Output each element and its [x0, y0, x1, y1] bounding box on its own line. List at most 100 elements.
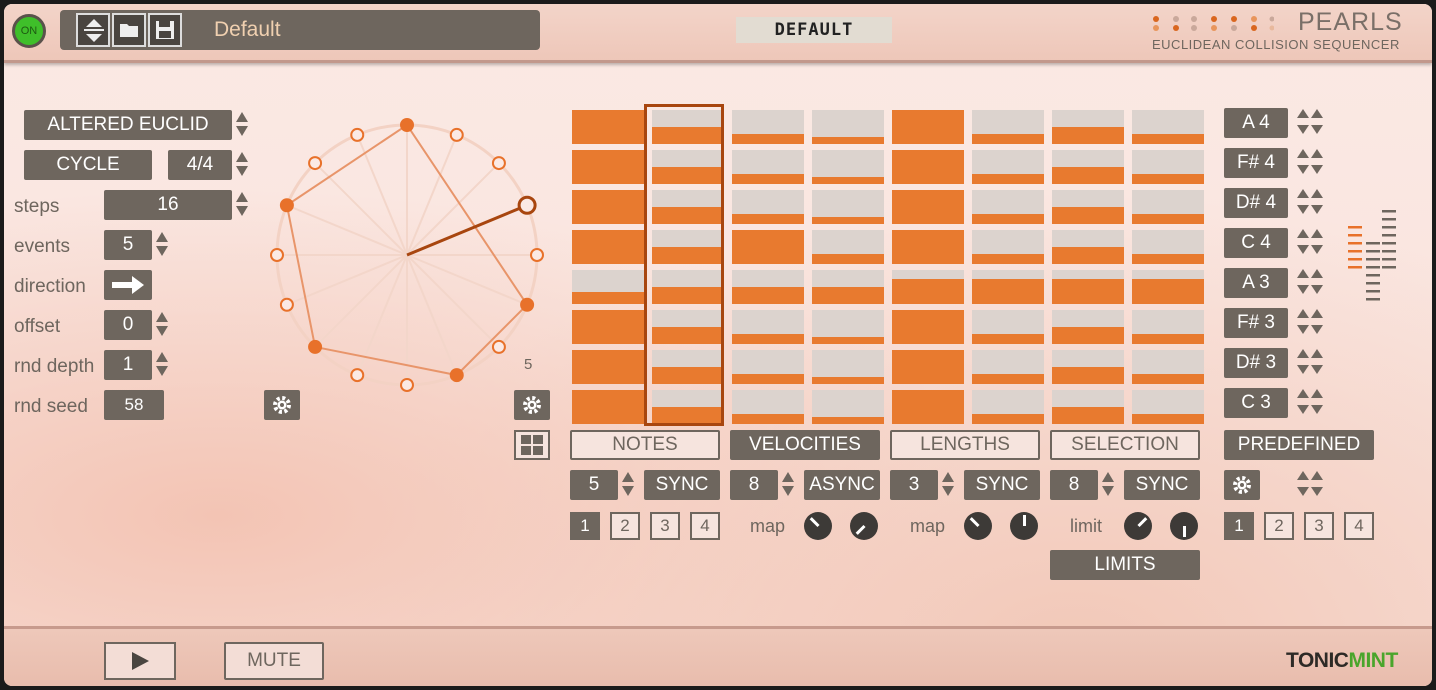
step-cell[interactable] [1052, 230, 1124, 264]
step-cell[interactable] [1132, 390, 1204, 424]
steps-arrows[interactable] [234, 190, 250, 220]
mute-button[interactable]: MUTE [224, 642, 324, 680]
step-cell[interactable] [892, 350, 964, 384]
note-transpose-arrows[interactable] [1296, 148, 1324, 178]
velocities-map-knob-2[interactable] [850, 512, 878, 540]
step-cell[interactable] [1052, 150, 1124, 184]
step-cell[interactable] [972, 230, 1044, 264]
offset-arrows[interactable] [154, 310, 170, 340]
step-cell[interactable] [732, 390, 804, 424]
step-cell[interactable] [732, 110, 804, 144]
predefined-note[interactable]: A 4 [1224, 108, 1288, 138]
notes-page-4[interactable]: 4 [690, 512, 720, 540]
step-cell[interactable] [812, 310, 884, 344]
step-cell[interactable] [732, 190, 804, 224]
note-transpose-arrows[interactable] [1296, 308, 1324, 338]
step-cell[interactable] [572, 390, 644, 424]
selection-steps-value[interactable]: 8 [1050, 470, 1098, 500]
predefined-note[interactable]: C 4 [1224, 228, 1288, 258]
step-cell[interactable] [732, 350, 804, 384]
step-cell[interactable] [572, 190, 644, 224]
lengths-section-title[interactable]: LENGTHS [890, 430, 1040, 460]
velocities-async-button[interactable]: ASYNC [804, 470, 880, 500]
step-cell[interactable] [572, 110, 644, 144]
mode-selector[interactable]: ALTERED EUCLID [24, 110, 232, 140]
notes-steps-arrows[interactable] [620, 470, 636, 500]
velocities-steps-arrows[interactable] [780, 470, 796, 500]
preset-name[interactable]: Default [214, 18, 281, 42]
rnd-depth-value[interactable]: 1 [104, 350, 152, 380]
limits-button[interactable]: LIMITS [1050, 550, 1200, 580]
predefined-note[interactable]: F# 3 [1224, 308, 1288, 338]
notes-page-3[interactable]: 3 [650, 512, 680, 540]
step-cell[interactable] [1132, 190, 1204, 224]
step-cell[interactable] [1052, 310, 1124, 344]
note-transpose-arrows[interactable] [1296, 268, 1324, 298]
direction-button[interactable] [104, 270, 152, 300]
view-toggle-button[interactable] [514, 430, 550, 460]
predefined-page-2[interactable]: 2 [1264, 512, 1294, 540]
step-cell[interactable] [812, 190, 884, 224]
step-cell[interactable] [972, 110, 1044, 144]
predefined-page-4[interactable]: 4 [1344, 512, 1374, 540]
selection-limit-knob-2[interactable] [1170, 512, 1198, 540]
lengths-sync-button[interactable]: SYNC [964, 470, 1040, 500]
selection-steps-arrows[interactable] [1100, 470, 1116, 500]
step-cell[interactable] [892, 230, 964, 264]
time-signature[interactable]: 4/4 [168, 150, 232, 180]
step-cell[interactable] [972, 390, 1044, 424]
events-value[interactable]: 5 [104, 230, 152, 260]
steps-value[interactable]: 16 [104, 190, 232, 220]
step-cell[interactable] [1052, 190, 1124, 224]
power-button[interactable]: ON [12, 14, 46, 48]
step-cell[interactable] [892, 110, 964, 144]
folder-button[interactable] [112, 13, 146, 47]
grid-settings-button[interactable] [514, 390, 550, 420]
step-cell[interactable] [1052, 390, 1124, 424]
step-cell[interactable] [972, 350, 1044, 384]
predefined-page-1[interactable]: 1 [1224, 512, 1254, 540]
step-cell[interactable] [812, 230, 884, 264]
predefined-note[interactable]: D# 3 [1224, 348, 1288, 378]
step-cell[interactable] [572, 150, 644, 184]
step-cell[interactable] [892, 390, 964, 424]
rnd-seed-value[interactable]: 58 [104, 390, 164, 420]
notes-steps-value[interactable]: 5 [570, 470, 618, 500]
step-cell[interactable] [572, 350, 644, 384]
step-cell[interactable] [812, 390, 884, 424]
step-cell[interactable] [972, 310, 1044, 344]
step-cell[interactable] [812, 350, 884, 384]
step-cell[interactable] [892, 190, 964, 224]
step-cell[interactable] [892, 310, 964, 344]
notes-page-2[interactable]: 2 [610, 512, 640, 540]
step-cell[interactable] [972, 270, 1044, 304]
selection-sync-button[interactable]: SYNC [1124, 470, 1200, 500]
note-transpose-arrows[interactable] [1296, 188, 1324, 218]
step-cell[interactable] [1132, 350, 1204, 384]
time-signature-arrows[interactable] [234, 150, 250, 180]
note-transpose-arrows[interactable] [1296, 228, 1324, 258]
lengths-steps-arrows[interactable] [940, 470, 956, 500]
step-cell[interactable] [732, 310, 804, 344]
step-cell[interactable] [732, 270, 804, 304]
note-transpose-arrows[interactable] [1296, 108, 1324, 138]
step-cell[interactable] [1132, 150, 1204, 184]
step-cell[interactable] [1132, 110, 1204, 144]
lengths-steps-value[interactable]: 3 [890, 470, 938, 500]
note-transpose-arrows[interactable] [1296, 348, 1324, 378]
events-arrows[interactable] [154, 230, 170, 260]
note-transpose-arrows[interactable] [1296, 388, 1324, 418]
cycle-button[interactable]: CYCLE [24, 150, 152, 180]
predefined-note[interactable]: C 3 [1224, 388, 1288, 418]
step-cell[interactable] [812, 110, 884, 144]
step-cell[interactable] [732, 230, 804, 264]
notes-section-title[interactable]: NOTES [570, 430, 720, 460]
velocities-section-title[interactable]: VELOCITIES [730, 430, 880, 460]
velocities-steps-value[interactable]: 8 [730, 470, 778, 500]
predefined-note[interactable]: F# 4 [1224, 148, 1288, 178]
velocities-map-knob-1[interactable] [804, 512, 832, 540]
step-cell[interactable] [892, 270, 964, 304]
notes-sync-button[interactable]: SYNC [644, 470, 720, 500]
predefined-transpose-arrows[interactable] [1296, 470, 1324, 500]
step-cell[interactable] [812, 270, 884, 304]
